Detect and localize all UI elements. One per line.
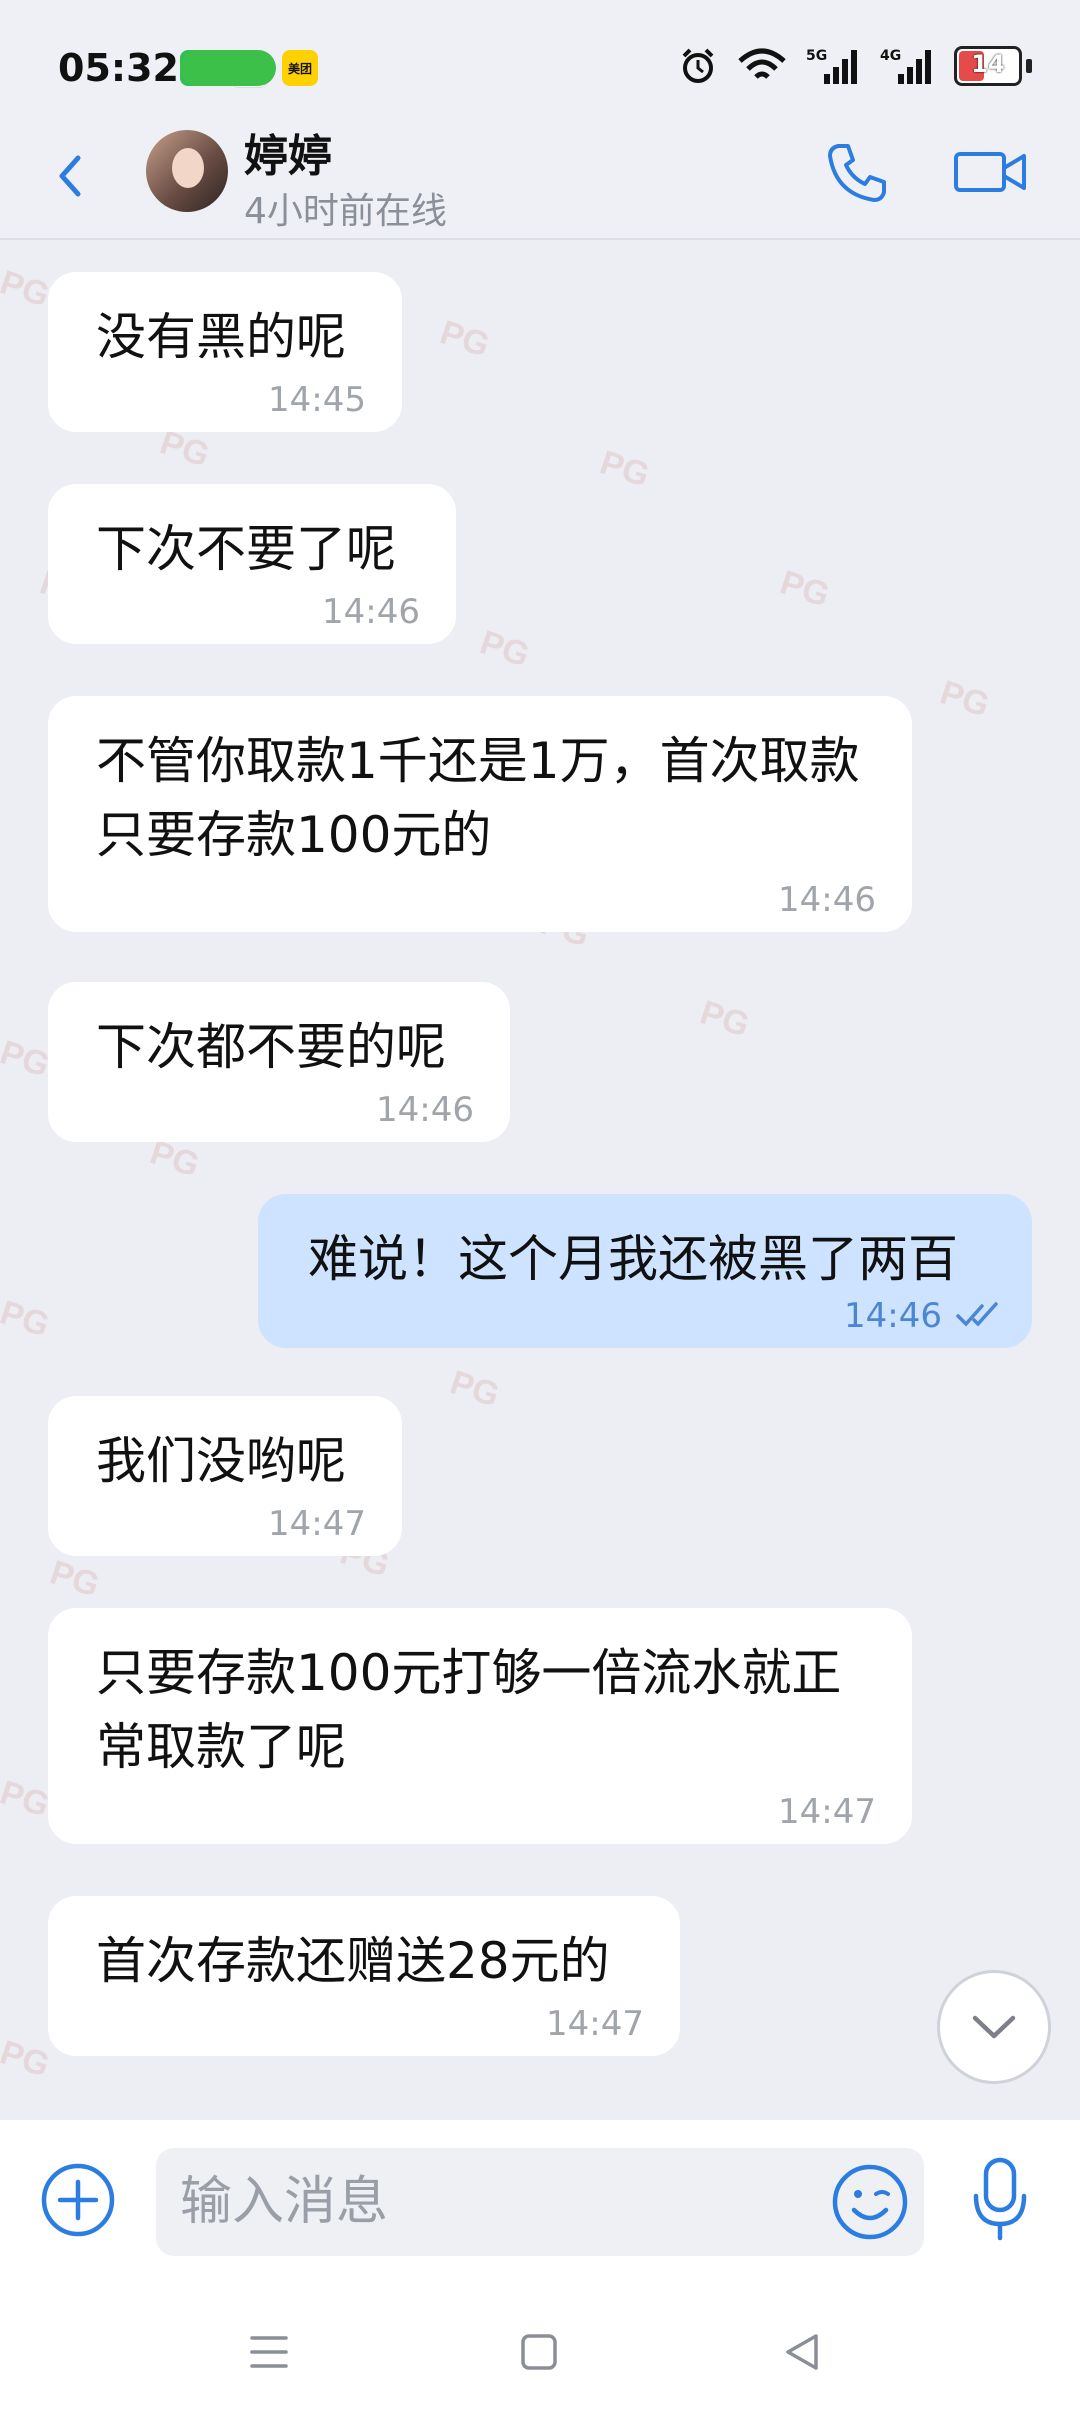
contact-name[interactable]: 婷婷 [244,120,332,184]
message-time: 14:45 [268,380,366,420]
message-text: 我们没哟呢 [96,1432,346,1490]
incoming-message[interactable]: 下次都不要的呢 14:46 [48,982,510,1142]
incoming-message[interactable]: 我们没哟呢 14:47 [48,1396,402,1556]
watermark: PG [695,993,754,1045]
phone-icon [828,144,886,202]
watermark: PG [935,673,994,725]
status-bar: 05:32 du 美团 5G 4G 14 [0,0,1080,120]
signal-5g-icon: 5G [806,48,857,84]
message-input[interactable]: 输入消息 [156,2148,924,2256]
wifi-icon [738,48,786,79]
watermark: PG [475,623,534,675]
message-time: 14:47 [778,1792,876,1832]
incoming-message[interactable]: 下次不要了呢 14:46 [48,484,456,644]
system-navigation-bar [0,2290,1080,2412]
smiley-icon [832,2164,908,2240]
attach-button[interactable] [38,2160,118,2240]
outgoing-message[interactable]: 难说！这个月我还被黑了两百 14:46 [258,1194,1032,1348]
watermark: PG [0,263,54,315]
chevron-left-icon [59,155,81,197]
messages-app-icon [180,50,276,86]
message-list[interactable]: PG PG PG PG PG PG PG PG PG PG PG PG PG P… [0,240,1080,2120]
square-icon [521,2334,557,2370]
message-text: 没有黑的呢 [96,308,346,366]
back-nav-button[interactable] [780,2330,824,2374]
message-time: 14:46 [844,1296,942,1336]
battery-cap [1026,59,1032,73]
video-call-button[interactable] [952,140,1032,204]
scroll-to-bottom-button[interactable] [937,1970,1051,2084]
contact-last-seen: 4小时前在线 [244,191,447,232]
message-time: 14:47 [546,2004,644,2044]
watermark: PG [445,1363,504,1415]
voice-message-button[interactable] [968,2154,1032,2246]
emoji-button[interactable] [828,2160,912,2244]
message-text: 首次存款还赠送28元的 [96,1932,610,1990]
signal-4g-icon: 4G [880,48,931,84]
message-time: 14:46 [376,1090,474,1130]
signal-4g-label: 4G [880,48,901,64]
avatar-face [172,148,204,188]
watermark: PG [435,313,494,365]
alarm-icon [682,48,714,83]
home-button[interactable] [519,2332,559,2372]
composer-bar: 输入消息 [0,2120,1080,2290]
message-text: 只要存款100元打够一倍流水就正常取款了呢 [96,1644,842,1776]
double-check-read-icon [956,1302,998,1327]
menu-icon [250,2336,288,2368]
signal-5g-label: 5G [806,48,827,64]
message-time: 14:47 [268,1504,366,1544]
recent-apps-button[interactable] [248,2332,290,2372]
message-text: 下次不要了呢 [96,520,396,578]
plus-circle-icon [41,2163,115,2237]
back-button[interactable] [42,146,102,206]
watermark: PG [0,2033,54,2085]
status-time: 05:32 [58,46,179,90]
incoming-message[interactable]: 首次存款还赠送28元的 14:47 [48,1896,680,2056]
voice-call-button[interactable] [822,136,894,208]
triangle-back-icon [786,2334,818,2370]
message-text: 下次都不要的呢 [96,1018,446,1076]
message-text: 难说！这个月我还被黑了两百 [308,1230,958,1288]
meituan-icon: 美团 [282,50,318,86]
watermark: PG [0,1033,54,1085]
watermark: PG [45,1553,104,1605]
chevron-down-icon [972,2015,1016,2039]
watermark: PG [775,563,834,615]
notification-icons: du 美团 [180,50,318,88]
incoming-message[interactable]: 没有黑的呢 14:45 [48,272,402,432]
incoming-message[interactable]: 只要存款100元打够一倍流水就正常取款了呢 14:47 [48,1608,912,1844]
battery-level: 14 [971,50,1005,78]
video-camera-icon [954,152,1026,192]
watermark: PG [0,1773,54,1825]
message-time: 14:46 [322,592,420,632]
watermark: PG [595,443,654,495]
watermark: PG [0,1293,54,1345]
chat-header: 婷婷 4小时前在线 [0,120,1080,240]
incoming-message[interactable]: 不管你取款1千还是1万，首次取款只要存款100元的 14:46 [48,696,912,932]
message-time: 14:46 [778,880,876,920]
avatar[interactable] [146,130,228,212]
microphone-icon [973,2157,1027,2241]
message-text: 不管你取款1千还是1万，首次取款只要存款100元的 [96,732,860,864]
battery-icon: 14 [954,46,1022,86]
system-status-icons: 5G 4G 14 [678,46,1032,86]
